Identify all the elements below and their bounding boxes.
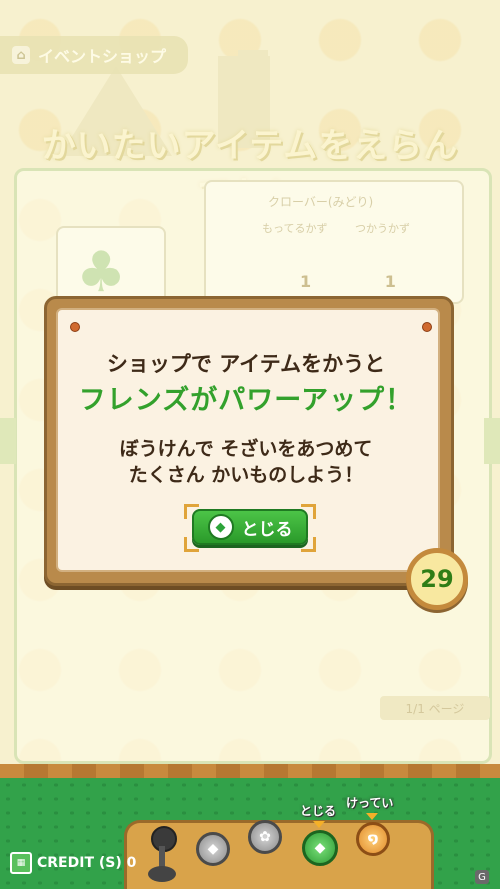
page-next-tab xyxy=(484,418,500,464)
awning-stripe xyxy=(0,764,500,778)
owned-column-label: もってるかず xyxy=(262,222,328,235)
joystick[interactable] xyxy=(148,826,177,884)
confirm-control-label: けってい xyxy=(346,796,394,810)
event-shop-label: イベントショップ xyxy=(38,47,167,66)
swirl-icon: ໑ xyxy=(367,831,379,847)
paw-icon: ✿ xyxy=(259,829,271,845)
item-name: クローバー(みどり) xyxy=(268,195,374,209)
pointer-arrow-icon xyxy=(313,821,325,828)
control-panel: ▦ CREDIT (S) 0 ◆ ✿ とじる ◆ けってい ໑ xyxy=(0,764,500,889)
page-indicator-label: 1/1 ページ xyxy=(405,701,465,716)
close-control-button[interactable]: ◆ xyxy=(302,830,338,866)
event-shop-tab: ⌂ イベントショップ xyxy=(0,36,188,74)
shop-info-dialog: ショップで アイテムをかうと フレンズがパワーアップ！ ぼうけんで そざいをあつ… xyxy=(44,296,454,586)
pointer-arrow-icon xyxy=(366,813,378,820)
shop-icon: ⌂ xyxy=(12,46,30,64)
item-columns: もってるかず つかうかず xyxy=(262,220,410,236)
close-button[interactable]: ◆ とじる xyxy=(192,509,308,545)
close-button-frame: ◆ とじる xyxy=(184,504,316,552)
use-count: 1 xyxy=(384,272,396,291)
medal-count: 29 xyxy=(420,565,454,593)
confirm-control-button[interactable]: ໑ xyxy=(356,822,390,856)
gem-icon: ◆ xyxy=(207,841,219,857)
gem-icon: ◆ xyxy=(207,514,234,540)
page-prev-tab xyxy=(0,418,16,464)
watermark-logo-icon: G xyxy=(475,870,489,884)
credit-card-icon: ▦ xyxy=(10,852,32,874)
dialog-line-1: ショップで アイテムをかうと xyxy=(106,352,386,376)
use-column-label: つかうかず xyxy=(354,222,410,235)
gray-button-1[interactable]: ◆ xyxy=(196,832,230,866)
close-control-label: とじる xyxy=(300,804,337,818)
dialog-line-3: ぼうけんで そざいをあつめて xyxy=(119,438,373,460)
nail-icon xyxy=(70,322,80,332)
page-indicator: 1/1 ページ xyxy=(380,696,490,720)
nail-icon xyxy=(422,322,432,332)
joystick-stick xyxy=(159,846,165,868)
paw-button[interactable]: ✿ xyxy=(248,820,282,854)
credit-display: ▦ CREDIT (S) 0 xyxy=(10,852,136,874)
owned-count: 1 xyxy=(300,272,312,291)
credit-text: CREDIT (S) 0 xyxy=(37,855,137,871)
gem-icon: ◆ xyxy=(314,840,326,856)
joystick-base xyxy=(148,866,176,882)
dialog-highlight-line: フレンズがパワーアップ！ xyxy=(78,385,414,416)
dialog-line-4: たくさん かいものしよう！ xyxy=(128,464,364,486)
medal-counter: 29 xyxy=(406,548,468,610)
item-counts: 1 1 xyxy=(300,272,396,291)
close-button-label: とじる xyxy=(241,519,293,540)
